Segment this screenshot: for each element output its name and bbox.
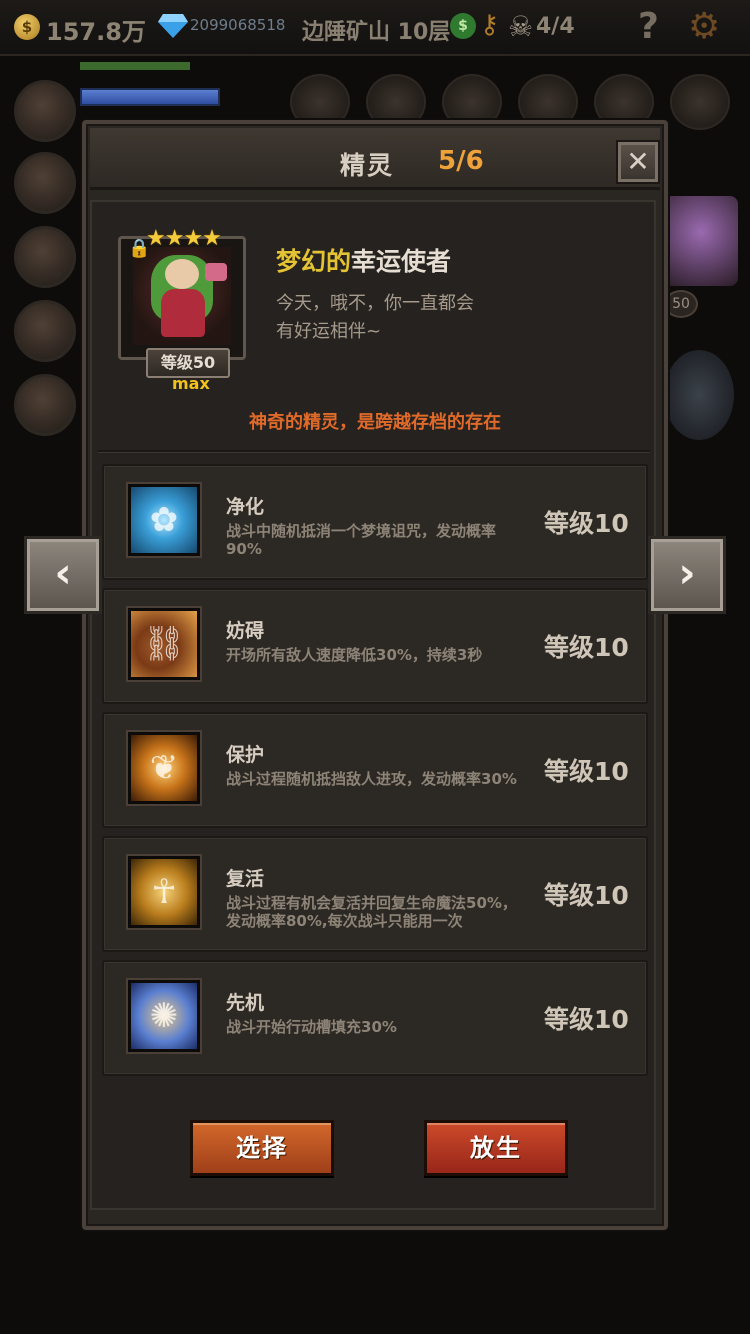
- background-creature: [664, 350, 734, 440]
- skill-name: 妨碍: [226, 620, 265, 642]
- skill-level: 等级10: [544, 1005, 629, 1034]
- game-screen: $ 157.8万 2099068518 边陲矿山 10层 $ ⚷ ☠ 4/4 ?…: [0, 0, 750, 1334]
- skull-icon: ☠: [508, 10, 534, 43]
- green-token-icon: $: [450, 13, 476, 39]
- pet-name: 梦幻的幸运使者: [276, 242, 451, 278]
- dialog-content: 🔒 ★★★★ 等级50 max 梦幻的幸运使者 今天，哦不，你一直都会 有好运相…: [90, 200, 656, 1210]
- revive-figure-icon: ☥: [128, 856, 200, 928]
- gem-amount: 2099068518: [190, 16, 286, 34]
- hero-portrait[interactable]: [14, 152, 76, 214]
- skill-name: 净化: [226, 496, 265, 518]
- dialog-header: 精灵 5/6 ✕: [90, 128, 660, 190]
- skill-name: 保护: [226, 744, 265, 766]
- pet-description: 今天，哦不，你一直都会 有好运相伴~: [276, 290, 546, 346]
- gear-icon[interactable]: ⚙: [688, 6, 720, 47]
- pet-description-line: 今天，哦不，你一直都会: [276, 293, 474, 314]
- release-button[interactable]: 放生: [424, 1120, 568, 1176]
- skill-name: 先机: [226, 992, 265, 1014]
- paw-glyph: ✺: [149, 996, 179, 1036]
- skill-level: 等级10: [544, 509, 629, 538]
- kill-count: 4/4: [536, 14, 575, 39]
- skill-description: 战斗过程有机会复活并回复生命魔法50%，发动概率80%,每次战斗只能用一次: [226, 894, 517, 930]
- pet-dialog: 精灵 5/6 ✕ 🔒 ★★★★ 等级50 max 梦幻的幸运使者 今天，哦不，你…: [82, 120, 668, 1230]
- pet-note: 神奇的精灵，是跨越存档的存在: [249, 412, 501, 433]
- fairy-icon: ❦: [128, 732, 200, 804]
- fairy-glyph: ❦: [149, 748, 179, 788]
- divider: [98, 450, 650, 453]
- hero-portrait[interactable]: [14, 374, 76, 436]
- flower-icon: ✿: [128, 484, 200, 556]
- pet-head: [165, 259, 199, 289]
- pet-name-main: 幸运使者: [351, 247, 452, 276]
- figure-glyph: ☥: [151, 872, 177, 912]
- key-icon: ⚷: [480, 10, 500, 40]
- chained-boot-icon: ⛓: [128, 608, 200, 680]
- flower-glyph: ✿: [149, 500, 179, 540]
- hero-portrait[interactable]: [14, 226, 76, 288]
- background-hp-bar: [80, 62, 190, 70]
- dialog-title: 精灵: [340, 151, 395, 180]
- hero-portrait[interactable]: [14, 300, 76, 362]
- skill-description: 开场所有敌人速度降低30%，持续3秒: [226, 646, 483, 664]
- pet-hammer: [205, 263, 227, 281]
- pet-description-line: 有好运相伴~: [276, 321, 382, 342]
- skill-description: 战斗中随机抵消一个梦境诅咒，发动概率90%: [226, 522, 497, 558]
- skill-row: ⛓ 妨碍 开场所有敌人速度降低30%，持续3秒 等级10: [102, 588, 648, 704]
- top-status-bar: $ 157.8万 2099068518 边陲矿山 10层 $ ⚷ ☠ 4/4 ?…: [0, 0, 750, 56]
- rarity-stars: ★★★★: [146, 226, 222, 251]
- skill-row: ☥ 复活 战斗过程有机会复活并回复生命魔法50%，发动概率80%,每次战斗只能用…: [102, 836, 648, 952]
- max-level-tag: max: [172, 374, 210, 393]
- gold-coin-icon: $: [14, 14, 40, 40]
- skill-level: 等级10: [544, 881, 629, 910]
- pet-body: [161, 289, 205, 337]
- close-button[interactable]: ✕: [618, 142, 658, 182]
- background-mp-bar: [80, 88, 220, 106]
- background-level-badge: 50: [664, 290, 698, 318]
- item-slot[interactable]: [670, 74, 730, 130]
- skill-level: 等级10: [544, 633, 629, 662]
- select-button[interactable]: 选择: [190, 1120, 334, 1176]
- help-icon[interactable]: ?: [638, 6, 659, 47]
- pet-count: 5/6: [438, 146, 484, 176]
- gold-amount: 157.8万: [46, 18, 146, 46]
- skill-description: 战斗开始行动槽填充30%: [226, 1018, 397, 1036]
- skill-description: 战斗过程随机抵挡敌人进攻，发动概率30%: [226, 770, 517, 788]
- skill-row: ✿ 净化 战斗中随机抵消一个梦境诅咒，发动概率90% 等级10: [102, 464, 648, 580]
- location-label: 边陲矿山 10层: [302, 20, 451, 45]
- previous-pet-button[interactable]: ‹: [24, 536, 102, 614]
- leopard-icon: ✺: [128, 980, 200, 1052]
- skill-name: 复活: [226, 868, 265, 890]
- next-pet-button[interactable]: ›: [648, 536, 726, 614]
- skill-row: ✺ 先机 战斗开始行动槽填充30% 等级10: [102, 960, 648, 1076]
- background-character: [664, 196, 738, 286]
- hero-portrait[interactable]: [14, 80, 76, 142]
- pet-portrait: [133, 247, 231, 345]
- skill-level: 等级10: [544, 757, 629, 786]
- skill-row: ❦ 保护 战斗过程随机抵挡敌人进攻，发动概率30% 等级10: [102, 712, 648, 828]
- chain-glyph: ⛓: [142, 624, 186, 664]
- diamond-icon: [158, 14, 188, 38]
- pet-name-prefix: 梦幻的: [276, 247, 352, 276]
